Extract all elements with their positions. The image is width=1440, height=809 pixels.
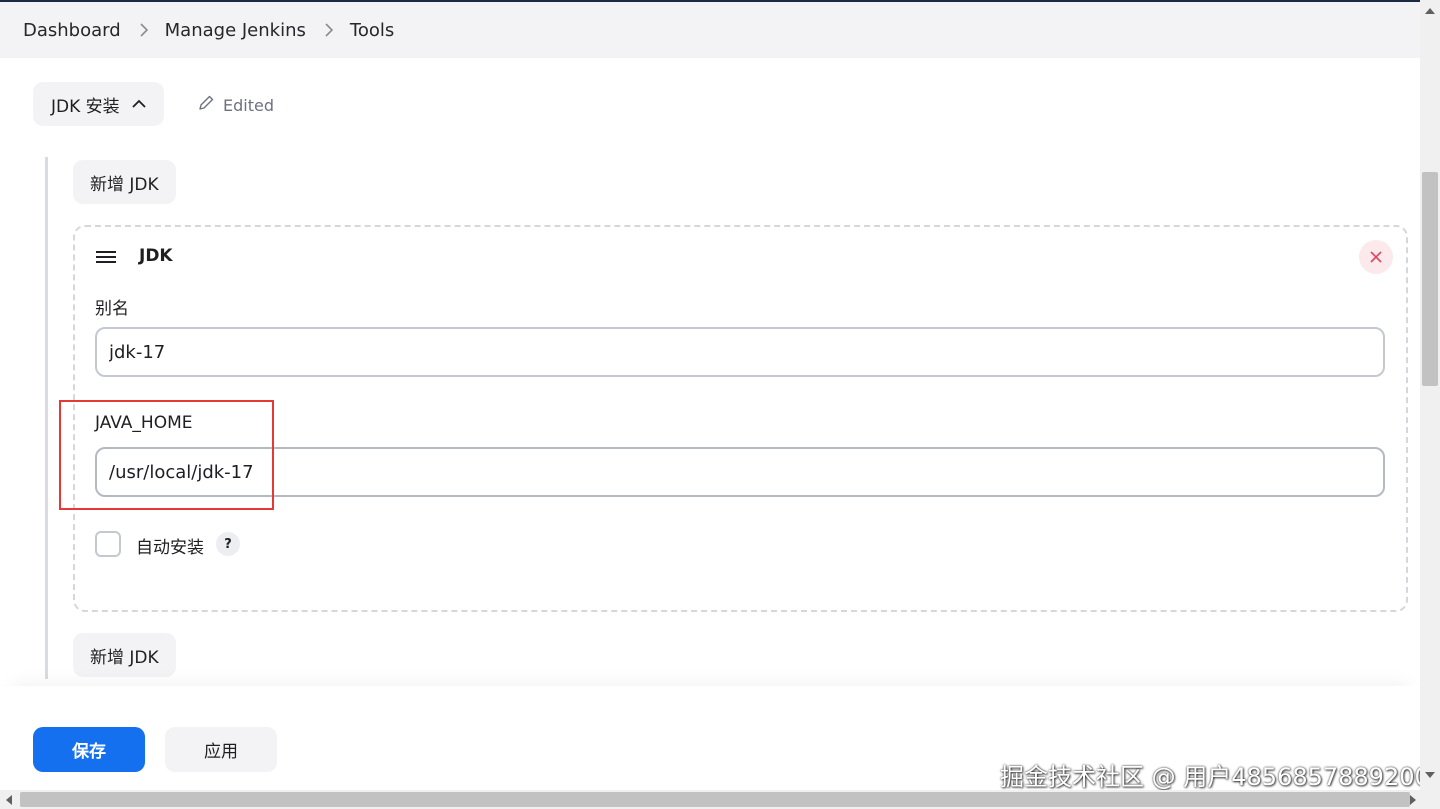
vertical-scroll-thumb[interactable] xyxy=(1422,172,1438,386)
section-title: JDK 安装 xyxy=(51,96,120,117)
delete-jdk-button[interactable] xyxy=(1359,240,1393,274)
add-jdk-label: 新增 JDK xyxy=(90,174,159,195)
add-jdk-label: 新增 JDK xyxy=(90,647,159,668)
help-icon[interactable]: ? xyxy=(216,532,240,556)
horizontal-scroll-thumb[interactable] xyxy=(20,792,1410,807)
pencil-icon xyxy=(197,94,215,116)
breadcrumb: Dashboard Manage Jenkins Tools xyxy=(0,2,1420,58)
edited-indicator: Edited xyxy=(197,94,274,116)
watermark: 掘金技术社区 @ 用户4856857889200 xyxy=(1000,763,1430,791)
horizontal-scrollbar[interactable] xyxy=(0,790,1440,809)
chevron-right-icon xyxy=(324,23,334,37)
scroll-up-icon[interactable] xyxy=(1425,8,1435,14)
chevron-right-icon xyxy=(139,23,149,37)
vertical-scrollbar[interactable] xyxy=(1420,0,1440,790)
jdk-install-section-toggle[interactable]: JDK 安装 xyxy=(33,82,164,126)
drag-handle-icon[interactable] xyxy=(95,249,117,265)
breadcrumb-tools[interactable]: Tools xyxy=(350,20,394,41)
add-jdk-button-top[interactable]: 新增 JDK xyxy=(73,160,176,204)
scroll-down-icon[interactable] xyxy=(1425,772,1435,778)
breadcrumb-manage-jenkins[interactable]: Manage Jenkins xyxy=(165,20,306,41)
apply-button[interactable]: 应用 xyxy=(165,727,277,772)
alias-label: 别名 xyxy=(95,299,129,319)
close-icon xyxy=(1370,248,1382,267)
scroll-left-icon[interactable] xyxy=(6,795,12,805)
alias-input[interactable] xyxy=(95,327,1385,377)
chevron-up-icon xyxy=(132,94,146,114)
scroll-right-icon[interactable] xyxy=(1410,795,1416,805)
section-rail xyxy=(45,157,48,679)
auto-install-checkbox[interactable] xyxy=(95,531,121,557)
add-jdk-button-bottom[interactable]: 新增 JDK xyxy=(73,633,176,677)
breadcrumb-dashboard[interactable]: Dashboard xyxy=(23,20,121,41)
edited-label: Edited xyxy=(223,95,274,115)
java-home-input[interactable] xyxy=(95,447,1385,497)
jdk-card-title: JDK xyxy=(139,246,173,266)
java-home-highlight xyxy=(59,400,274,510)
auto-install-label: 自动安装 xyxy=(136,538,204,558)
save-button[interactable]: 保存 xyxy=(33,727,145,772)
